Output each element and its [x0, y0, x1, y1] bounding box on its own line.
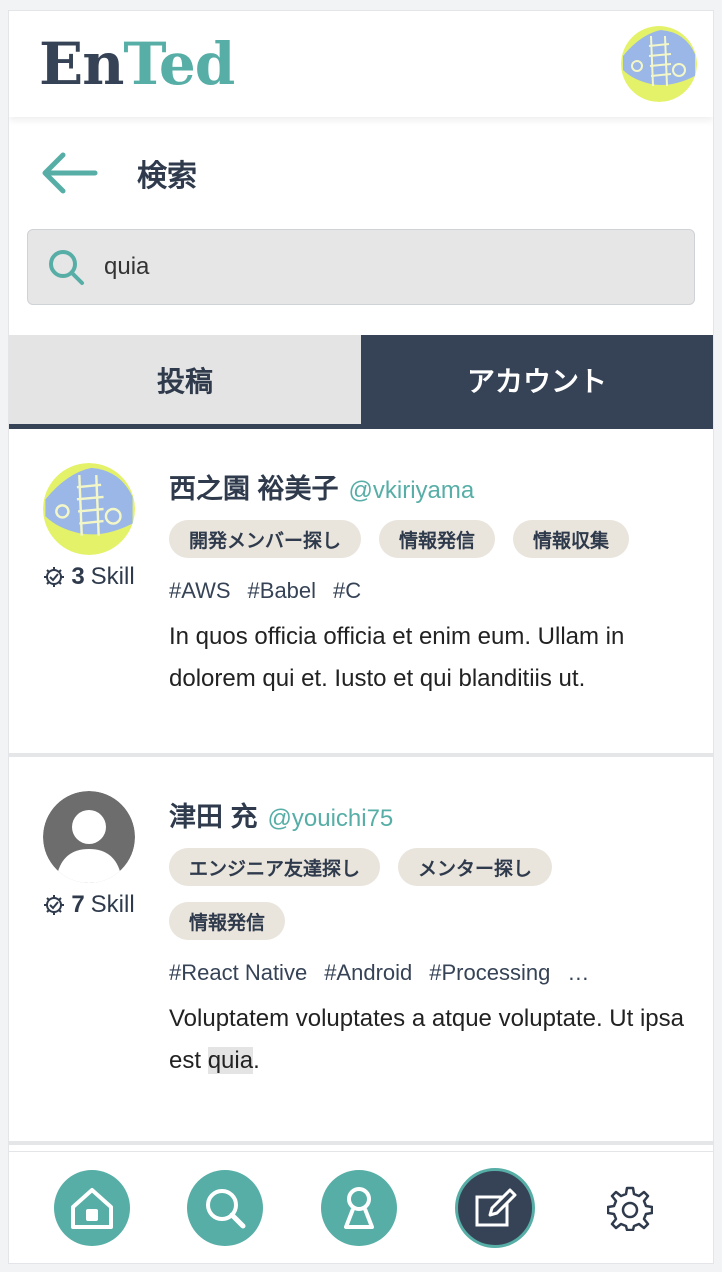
- home-icon: [70, 1187, 113, 1229]
- account-card[interactable]: 7 Skill 津田 充 @youichi75 エンジニア友達探し メンター探し …: [9, 757, 713, 1145]
- skill-count: 7 Skill: [43, 891, 135, 919]
- purpose-badge: 情報収集: [513, 520, 630, 558]
- user-name[interactable]: 津田 充: [169, 795, 258, 834]
- nav-home-button[interactable]: [53, 1169, 130, 1246]
- gear-icon: [607, 1186, 654, 1231]
- user-avatar[interactable]: [621, 26, 697, 102]
- skill-tags: #React Native #Android #Processing …: [169, 960, 699, 986]
- skill-tag[interactable]: #Babel: [248, 578, 317, 604]
- user-bio: In quos officia officia et enim eum. Ull…: [169, 623, 625, 692]
- compose-icon: [475, 1188, 517, 1226]
- result-tabs: 投稿 アカウント: [9, 335, 713, 429]
- purpose-badge: エンジニア友達探し: [169, 848, 381, 886]
- profile-icon: [343, 1186, 374, 1229]
- purpose-badge: 開発メンバー探し: [169, 520, 362, 558]
- skill-tags: #AWS #Babel #C: [169, 578, 699, 604]
- user-handle[interactable]: @youichi75: [268, 805, 394, 833]
- user-handle[interactable]: @vkiriyama: [349, 477, 475, 505]
- back-arrow-icon[interactable]: [39, 151, 99, 195]
- name-row: 津田 充 @youichi75: [169, 795, 699, 834]
- nav-profile-button[interactable]: [320, 1169, 397, 1246]
- search-icon: [49, 250, 84, 285]
- nav-compose-button[interactable]: [454, 1167, 535, 1248]
- tab-posts[interactable]: 投稿: [9, 335, 361, 424]
- app-logo[interactable]: EnTed: [39, 35, 235, 93]
- search-input[interactable]: [104, 253, 624, 281]
- skill-count: 3 Skill: [43, 563, 135, 591]
- account-card-left: 3 Skill: [9, 463, 169, 753]
- page-title: 検索: [137, 160, 197, 193]
- skill-badge-icon: [44, 567, 65, 587]
- more-tags-ellipsis[interactable]: …: [567, 960, 589, 986]
- default-avatar-icon[interactable]: [43, 791, 135, 883]
- account-card-body: 津田 充 @youichi75 エンジニア友達探し メンター探し 情報発信 #R…: [169, 791, 713, 1141]
- user-name[interactable]: 西之園 裕美子: [169, 467, 339, 506]
- skill-tag[interactable]: #C: [333, 578, 361, 604]
- account-avatar[interactable]: [43, 463, 135, 555]
- skill-tag[interactable]: #Android: [324, 960, 412, 986]
- tab-accounts[interactable]: アカウント: [361, 335, 713, 424]
- account-card[interactable]: 3 Skill 西之園 裕美子 @vkiriyama 開発メンバー探し 情報発信 …: [9, 429, 713, 757]
- search-icon: [206, 1188, 246, 1228]
- app-frame: EnTed 検索 投稿 アカウント: [8, 10, 714, 1264]
- purpose-badge: メンター探し: [398, 848, 553, 886]
- search-header: 検索: [9, 117, 713, 229]
- skill-badge-icon: [44, 895, 65, 915]
- account-card-body: 西之園 裕美子 @vkiriyama 開発メンバー探し 情報発信 情報収集 #A…: [169, 463, 713, 753]
- user-bio: Voluptatem voluptates a atque voluptate.…: [169, 1005, 685, 1074]
- search-bar[interactable]: [27, 229, 695, 305]
- purpose-badge: 情報発信: [379, 520, 496, 558]
- nav-search-button[interactable]: [187, 1169, 264, 1246]
- app-header: EnTed: [9, 11, 713, 117]
- bottom-nav: [9, 1151, 713, 1263]
- purpose-badges: エンジニア友達探し メンター探し 情報発信: [169, 848, 699, 956]
- search-highlight: quia: [207, 1047, 254, 1074]
- purpose-badges: 開発メンバー探し 情報発信 情報収集: [169, 520, 699, 574]
- name-row: 西之園 裕美子 @vkiriyama: [169, 467, 699, 506]
- purpose-badge: 情報発信: [169, 902, 286, 940]
- nav-settings-button[interactable]: [592, 1170, 668, 1246]
- account-card-left: 7 Skill: [9, 791, 169, 1141]
- skill-tag[interactable]: #React Native: [169, 960, 307, 986]
- skill-tag[interactable]: #AWS: [169, 578, 231, 604]
- skill-tag[interactable]: #Processing: [429, 960, 550, 986]
